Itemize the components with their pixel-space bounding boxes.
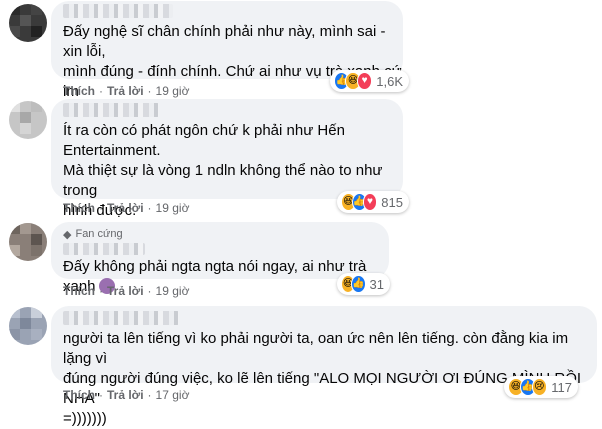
like-button[interactable]: Thích xyxy=(63,84,95,98)
timestamp[interactable]: 19 giờ xyxy=(156,84,190,98)
reaction-count: 1,6K xyxy=(376,73,404,89)
like-reaction-icon: 👍 xyxy=(351,275,366,293)
author-name[interactable] xyxy=(63,103,159,117)
author-name[interactable] xyxy=(63,311,179,325)
like-button[interactable]: Thích xyxy=(63,388,95,402)
like-button[interactable]: Thích xyxy=(63,284,95,298)
comment-bubble: ◆ Fan cứng Đấy không phải ngta ngta nói … xyxy=(51,222,389,295)
comment-bubble: Ít ra còn có phát ngôn chứ k phải như Hế… xyxy=(51,99,403,219)
reply-button[interactable]: Trả lời xyxy=(107,201,144,215)
comment-actions: Thích · Trả lời · 19 giờ xyxy=(63,84,190,98)
comment-actions: Thích · Trả lời · 19 giờ xyxy=(63,284,190,298)
love-reaction-icon: ♥ xyxy=(356,72,373,90)
reaction-count: 815 xyxy=(381,194,403,210)
author-name[interactable] xyxy=(63,4,173,18)
fan-badge: ◆ Fan cứng xyxy=(63,228,123,241)
reaction-count: 117 xyxy=(551,379,572,395)
reply-button[interactable]: Trả lời xyxy=(107,284,144,298)
diamond-icon: ◆ xyxy=(63,228,72,241)
comment-actions: Thích · Trả lời · 19 giờ xyxy=(63,201,190,215)
like-button[interactable]: Thích xyxy=(63,201,95,215)
comment-actions: Thích · Trả lời · 17 giờ xyxy=(63,388,190,402)
sad-reaction-icon: 😢 xyxy=(531,378,548,396)
reaction-count: 31 xyxy=(369,276,384,292)
avatar[interactable] xyxy=(9,101,47,139)
timestamp[interactable]: 19 giờ xyxy=(156,284,190,298)
comment-bubble: người ta lên tiếng vì ko phải người ta, … xyxy=(51,306,597,427)
avatar[interactable] xyxy=(9,307,47,345)
love-reaction-icon: ♥ xyxy=(362,193,378,211)
reaction-summary[interactable]: 👍 😆 ♥ 1,6K xyxy=(330,70,409,92)
timestamp[interactable]: 17 giờ xyxy=(156,388,190,402)
reaction-summary[interactable]: 😆 👍 31 xyxy=(337,273,390,295)
author-name[interactable] xyxy=(63,243,145,255)
reaction-summary[interactable]: 😆 👍 😢 117 xyxy=(504,376,578,398)
avatar[interactable] xyxy=(9,4,47,42)
timestamp[interactable]: 19 giờ xyxy=(156,201,190,215)
reply-button[interactable]: Trả lời xyxy=(107,84,144,98)
avatar[interactable] xyxy=(9,223,47,261)
reply-button[interactable]: Trả lời xyxy=(107,388,144,402)
comment-bubble: Đấy nghệ sĩ chân chính phải như này, mìn… xyxy=(51,1,403,120)
reaction-summary[interactable]: 😆 👍 ♥ 815 xyxy=(337,191,409,213)
